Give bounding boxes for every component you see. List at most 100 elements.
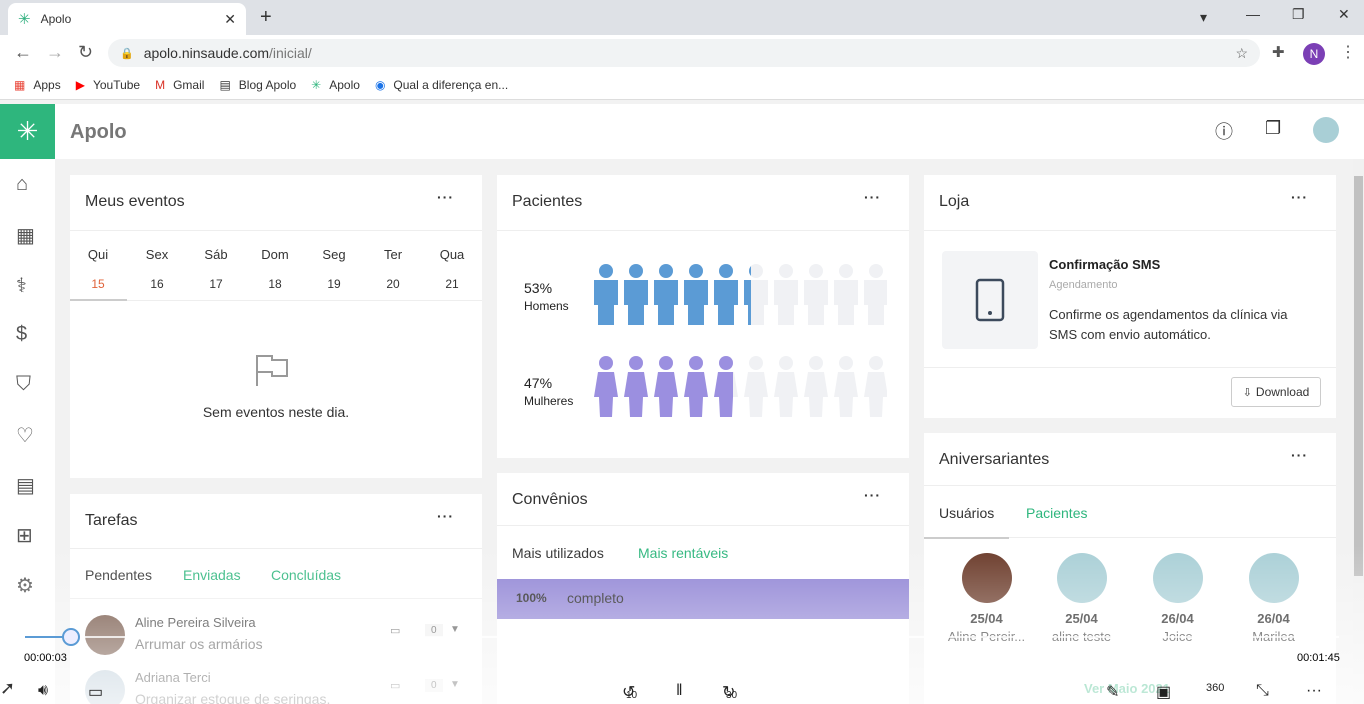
tab-enviadas[interactable]: Enviadas bbox=[183, 567, 241, 583]
dashboard-icon[interactable]: ⊞ bbox=[16, 523, 33, 548]
day-number[interactable]: 17 bbox=[196, 277, 236, 291]
close-window-icon[interactable]: ✕ bbox=[1338, 6, 1350, 23]
scrollbar-thumb[interactable] bbox=[1354, 176, 1363, 576]
day-name[interactable]: Dom bbox=[255, 247, 295, 262]
pictogram-body bbox=[834, 280, 858, 325]
maximize-icon[interactable]: ❐ bbox=[1292, 6, 1305, 23]
pictogram-body bbox=[594, 372, 618, 417]
bookmark-label: Blog Apolo bbox=[238, 78, 297, 92]
exit-fullscreen-icon[interactable]: ⤡ bbox=[1256, 682, 1269, 700]
lock-icon: 🔒 bbox=[120, 47, 134, 60]
pause-icon[interactable]: ‖ bbox=[676, 682, 683, 700]
new-tab-icon[interactable]: + bbox=[260, 6, 272, 29]
help-icon[interactable]: ⓘ bbox=[1215, 118, 1233, 144]
more-options-icon[interactable]: ··· bbox=[437, 189, 454, 205]
bookmark-apolo[interactable]: ✳ Apolo bbox=[311, 78, 360, 92]
profile-avatar[interactable]: N bbox=[1303, 43, 1325, 65]
pictogram-head bbox=[779, 356, 793, 370]
vr-360-icon[interactable]: 360 bbox=[1206, 682, 1224, 694]
chevron-down-icon[interactable]: ▼ bbox=[450, 679, 460, 690]
more-options-icon[interactable]: ··· bbox=[1291, 189, 1308, 205]
extensions-icon[interactable]: ✚ bbox=[1272, 43, 1285, 61]
avatar bbox=[961, 553, 1012, 603]
day-name[interactable]: Qua bbox=[432, 247, 472, 262]
bookmark-youtube[interactable]: ▶ YouTube bbox=[76, 78, 140, 92]
video-progress-thumb[interactable] bbox=[62, 628, 80, 646]
day-number[interactable]: 18 bbox=[255, 277, 295, 291]
birthday-person[interactable]: 25/04 Aline Pereir... bbox=[934, 553, 1039, 644]
url-input[interactable]: 🔒 apolo.ninsaude.com /inicial/ ☆ bbox=[108, 39, 1260, 67]
picture-in-picture-icon[interactable]: ▣ bbox=[1156, 682, 1171, 702]
bookmark-apps[interactable]: ▦ Apps bbox=[14, 78, 61, 92]
pictogram-body bbox=[714, 280, 738, 325]
download-icon: ⇩ bbox=[1242, 386, 1252, 399]
birthday-person[interactable]: 26/04 Marilea bbox=[1221, 553, 1326, 644]
tab-mais-rentaveis[interactable]: Mais rentáveis bbox=[638, 545, 728, 561]
back-icon[interactable]: ← bbox=[14, 42, 32, 63]
bookmark-gmail[interactable]: M Gmail bbox=[155, 78, 204, 92]
birthday-person[interactable]: 26/04 Joice bbox=[1125, 553, 1230, 644]
youtube-icon: ▶ bbox=[75, 78, 85, 92]
bookmark-blog-apolo[interactable]: ▤ Blog Apolo bbox=[219, 78, 296, 92]
download-button[interactable]: ⇩ Download bbox=[1231, 377, 1321, 407]
more-options-icon[interactable]: ··· bbox=[864, 487, 881, 503]
more-options-icon[interactable]: ··· bbox=[864, 189, 881, 205]
day-number[interactable]: 19 bbox=[314, 277, 354, 291]
globe-icon: ◉ bbox=[374, 78, 386, 92]
birthday-person[interactable]: 25/04 aline teste bbox=[1029, 553, 1134, 644]
bookmark-label: Apolo bbox=[329, 78, 360, 92]
document-icon[interactable]: ▤ bbox=[16, 473, 35, 498]
tab-mais-utilizados[interactable]: Mais utilizados bbox=[512, 545, 604, 561]
heart-pulse-icon[interactable]: ♡ bbox=[16, 423, 34, 448]
bookmark-qual-diferenca[interactable]: ◉ Qual a diferença en... bbox=[375, 78, 508, 92]
reload-icon[interactable]: ↻ bbox=[78, 42, 93, 63]
day-number[interactable]: 20 bbox=[373, 277, 413, 291]
day-number[interactable]: 21 bbox=[432, 277, 472, 291]
close-tab-icon[interactable]: ✕ bbox=[224, 11, 236, 28]
pictogram-head bbox=[629, 356, 643, 370]
day-name[interactable]: Ter bbox=[373, 247, 413, 262]
day-name[interactable]: Qui bbox=[78, 247, 118, 262]
video-progress-track[interactable] bbox=[25, 636, 1339, 638]
app-header: ✳ Apolo ⓘ ❐ bbox=[0, 104, 1364, 159]
convenio-bar-label: completo bbox=[567, 590, 624, 606]
stethoscope-icon[interactable]: ⚕ bbox=[16, 273, 27, 298]
day-number-selected[interactable]: 15 bbox=[78, 277, 118, 291]
pictogram-body bbox=[744, 372, 768, 417]
task-row[interactable]: Adriana Terci Organizar estoque de serin… bbox=[85, 670, 465, 704]
minimize-icon[interactable]: — bbox=[1246, 6, 1260, 22]
apolo-logo-icon[interactable]: ✳ bbox=[0, 104, 55, 159]
user-avatar[interactable] bbox=[1313, 117, 1339, 143]
tab-pendentes[interactable]: Pendentes bbox=[85, 567, 152, 583]
browser-menu-icon[interactable]: ⋮ bbox=[1340, 42, 1356, 62]
url-path: /inicial/ bbox=[269, 45, 312, 61]
bookmark-star-icon[interactable]: ☆ bbox=[1235, 45, 1248, 62]
forward-icon[interactable]: → bbox=[46, 42, 64, 63]
pictogram-head bbox=[839, 356, 853, 370]
tab-usuarios[interactable]: Usuários bbox=[939, 505, 994, 521]
dollar-icon[interactable]: $ bbox=[16, 323, 27, 346]
pictogram-body bbox=[834, 372, 858, 417]
chat-icon[interactable]: ❐ bbox=[1265, 118, 1281, 139]
day-name[interactable]: Sáb bbox=[196, 247, 236, 262]
bag-icon[interactable]: ⛉ bbox=[16, 373, 31, 396]
volume-icon[interactable]: 🔊︎ bbox=[38, 682, 48, 700]
card-pacientes: Pacientes ··· 53% Homens 47% Mulheres bbox=[497, 175, 909, 458]
day-name[interactable]: Seg bbox=[314, 247, 354, 262]
captions-icon[interactable]: ▭ bbox=[88, 682, 103, 702]
calendar-icon[interactable]: ▦ bbox=[16, 223, 35, 248]
browser-tab[interactable]: ✳ Apolo ✕ bbox=[8, 3, 246, 35]
settings-icon[interactable]: ⚙ bbox=[16, 573, 34, 598]
pen-icon[interactable]: ✎ bbox=[1106, 682, 1119, 702]
home-icon[interactable]: ⌂ bbox=[16, 173, 28, 196]
more-options-icon[interactable]: ··· bbox=[1291, 447, 1308, 463]
tab-pacientes[interactable]: Pacientes bbox=[1026, 505, 1087, 521]
tab-search-icon[interactable]: ▾ bbox=[1200, 9, 1207, 26]
day-number[interactable]: 16 bbox=[137, 277, 177, 291]
more-icon[interactable]: ··· bbox=[1306, 682, 1322, 700]
day-name[interactable]: Sex bbox=[137, 247, 177, 262]
more-options-icon[interactable]: ··· bbox=[437, 508, 454, 524]
tab-concluidas[interactable]: Concluídas bbox=[271, 567, 341, 583]
card-convenios: Convênios ··· Mais utilizados Mais rentá… bbox=[497, 473, 909, 704]
chevron-down-icon[interactable]: ▼ bbox=[450, 624, 460, 635]
